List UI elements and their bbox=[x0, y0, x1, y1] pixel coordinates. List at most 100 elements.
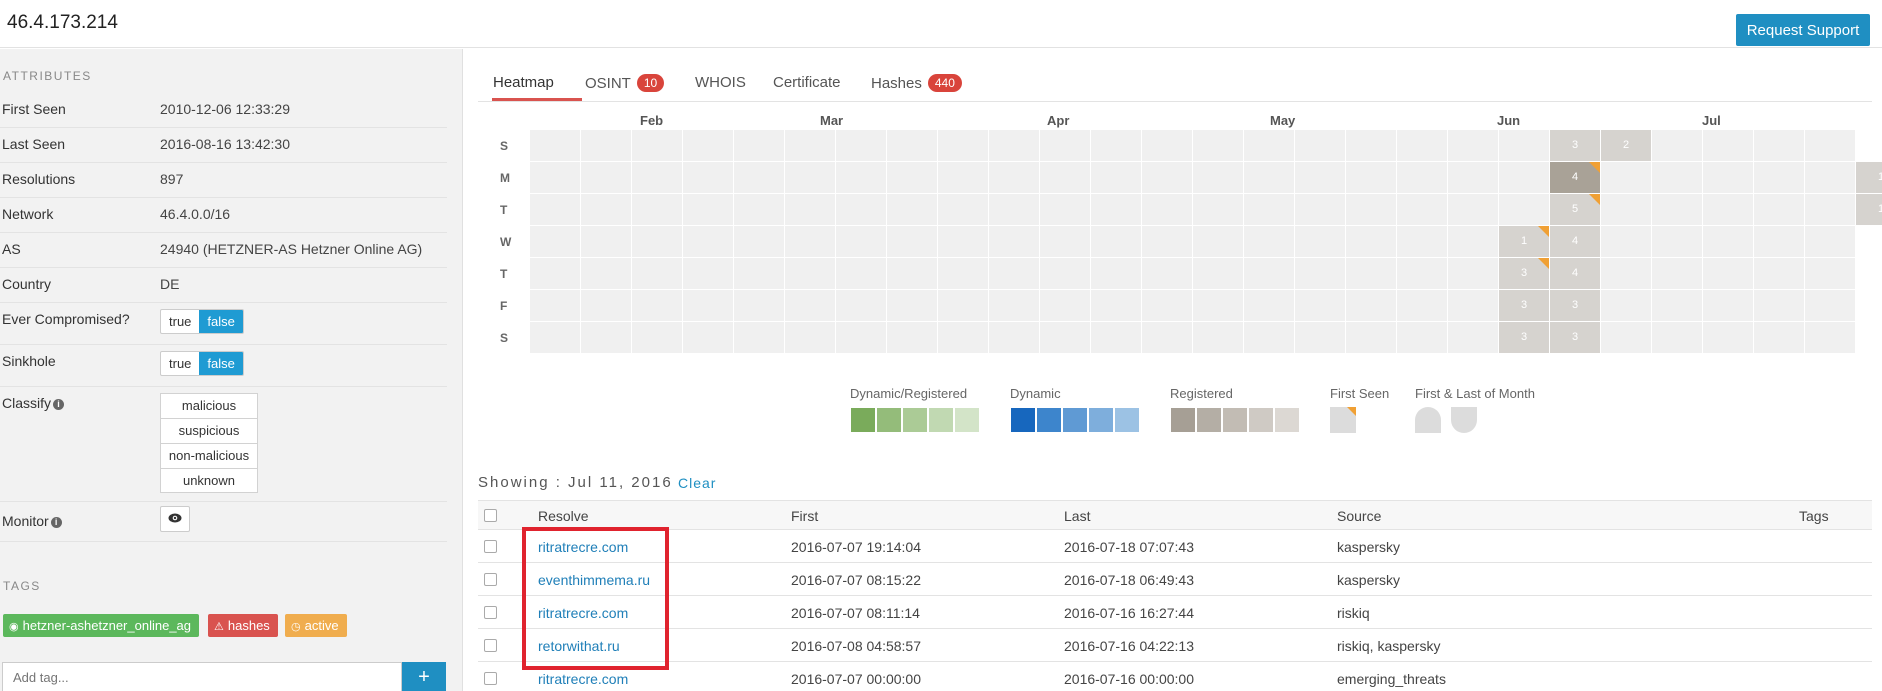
heatmap-cell[interactable] bbox=[1346, 290, 1396, 321]
heatmap-cell-active[interactable]: 3 bbox=[1550, 290, 1600, 321]
heatmap-cell[interactable] bbox=[734, 226, 784, 257]
classify-non-malicious[interactable]: non-malicious bbox=[160, 443, 258, 468]
clear-link[interactable]: Clear bbox=[678, 475, 716, 491]
heatmap-cell[interactable] bbox=[1397, 258, 1447, 289]
heatmap-cell[interactable] bbox=[734, 162, 784, 193]
heatmap-cell[interactable] bbox=[632, 258, 682, 289]
heatmap-cell[interactable] bbox=[938, 226, 988, 257]
heatmap-cell[interactable] bbox=[1601, 194, 1651, 225]
heatmap-cell[interactable] bbox=[1244, 258, 1294, 289]
heatmap-cell-active[interactable]: 4 bbox=[1550, 162, 1600, 193]
heatmap-cell[interactable] bbox=[1142, 258, 1192, 289]
heatmap-cell[interactable] bbox=[1805, 162, 1855, 193]
heatmap-cell[interactable] bbox=[1142, 162, 1192, 193]
select-all-checkbox[interactable] bbox=[484, 509, 497, 522]
heatmap-cell[interactable] bbox=[1805, 130, 1855, 161]
heatmap-cell[interactable] bbox=[938, 322, 988, 353]
heatmap-cell[interactable] bbox=[1652, 258, 1702, 289]
heatmap-cell[interactable] bbox=[1601, 322, 1651, 353]
heatmap-cell[interactable] bbox=[1652, 226, 1702, 257]
heatmap-cell[interactable] bbox=[632, 322, 682, 353]
heatmap-cell[interactable] bbox=[1091, 290, 1141, 321]
resolve-link[interactable]: ritratrecre.com bbox=[538, 671, 628, 687]
tab-whois[interactable]: WHOIS bbox=[695, 74, 746, 91]
heatmap-cell[interactable] bbox=[1652, 162, 1702, 193]
toggle-true[interactable]: true bbox=[161, 352, 199, 375]
heatmap-cell[interactable] bbox=[1193, 194, 1243, 225]
tag-active[interactable]: ◷ active bbox=[285, 614, 347, 637]
heatmap-cell[interactable] bbox=[632, 162, 682, 193]
heatmap-cell[interactable] bbox=[1346, 130, 1396, 161]
heatmap-cell[interactable] bbox=[1652, 290, 1702, 321]
heatmap-cell[interactable] bbox=[1754, 290, 1804, 321]
heatmap-cell[interactable] bbox=[785, 194, 835, 225]
heatmap-cell-active[interactable]: 3 bbox=[1499, 290, 1549, 321]
heatmap-cell[interactable] bbox=[1295, 162, 1345, 193]
tab-certificate[interactable]: Certificate bbox=[773, 74, 841, 91]
heatmap-cell[interactable] bbox=[1754, 162, 1804, 193]
heatmap-cell[interactable] bbox=[1754, 226, 1804, 257]
heatmap-cell[interactable] bbox=[530, 194, 580, 225]
heatmap-cell[interactable] bbox=[1754, 258, 1804, 289]
heatmap-cell[interactable] bbox=[1448, 130, 1498, 161]
heatmap-cell-active[interactable]: 5 bbox=[1550, 194, 1600, 225]
heatmap-cell[interactable] bbox=[632, 130, 682, 161]
heatmap-cell[interactable] bbox=[887, 130, 937, 161]
heatmap-cell[interactable] bbox=[1346, 226, 1396, 257]
tag-hetzner[interactable]: ◉ hetzner-ashetzner_online_ag bbox=[3, 614, 200, 637]
heatmap-cell[interactable] bbox=[989, 130, 1039, 161]
heatmap-cell[interactable] bbox=[1754, 322, 1804, 353]
heatmap-cell[interactable] bbox=[1295, 322, 1345, 353]
heatmap-cell[interactable] bbox=[1193, 258, 1243, 289]
heatmap-cell[interactable] bbox=[683, 162, 733, 193]
heatmap-cell[interactable] bbox=[1448, 162, 1498, 193]
heatmap-cell[interactable] bbox=[836, 162, 886, 193]
tag-hashes[interactable]: ⚠ hashes bbox=[208, 614, 278, 637]
toggle-false[interactable]: false bbox=[199, 310, 243, 333]
heatmap-cell[interactable] bbox=[989, 258, 1039, 289]
heatmap-cell[interactable] bbox=[887, 162, 937, 193]
add-tag-input[interactable] bbox=[2, 662, 402, 691]
heatmap-cell[interactable] bbox=[1703, 130, 1753, 161]
heatmap-cell[interactable] bbox=[1601, 162, 1651, 193]
heatmap-cell[interactable] bbox=[1091, 258, 1141, 289]
heatmap-cell[interactable] bbox=[581, 290, 631, 321]
heatmap-cell[interactable] bbox=[887, 194, 937, 225]
heatmap-cell[interactable] bbox=[530, 290, 580, 321]
heatmap-cell[interactable] bbox=[1601, 226, 1651, 257]
request-support-button[interactable]: Request Support bbox=[1736, 14, 1870, 46]
heatmap-cell[interactable] bbox=[836, 226, 886, 257]
heatmap-cell[interactable] bbox=[632, 226, 682, 257]
heatmap-cell[interactable] bbox=[581, 226, 631, 257]
tab-heatmap[interactable]: Heatmap bbox=[493, 74, 554, 91]
heatmap-cell[interactable] bbox=[734, 322, 784, 353]
heatmap-cell[interactable] bbox=[1703, 162, 1753, 193]
heatmap-cell[interactable] bbox=[1091, 162, 1141, 193]
heatmap-cell[interactable] bbox=[1448, 194, 1498, 225]
heatmap-cell-active[interactable]: 3 bbox=[1550, 130, 1600, 161]
heatmap-cell[interactable] bbox=[1805, 226, 1855, 257]
heatmap-cell[interactable] bbox=[1397, 162, 1447, 193]
heatmap-cell[interactable] bbox=[836, 290, 886, 321]
heatmap-cell[interactable] bbox=[1448, 290, 1498, 321]
heatmap-cell[interactable] bbox=[1397, 322, 1447, 353]
heatmap-cell[interactable] bbox=[1040, 258, 1090, 289]
heatmap-cell[interactable] bbox=[1499, 194, 1549, 225]
heatmap-cell[interactable] bbox=[1397, 290, 1447, 321]
add-tag-button[interactable]: + bbox=[402, 662, 446, 691]
heatmap-cell[interactable] bbox=[1040, 322, 1090, 353]
heatmap-cell[interactable] bbox=[1754, 194, 1804, 225]
heatmap-cell[interactable] bbox=[887, 226, 937, 257]
header-source[interactable]: Source bbox=[1337, 508, 1381, 524]
heatmap-cell[interactable] bbox=[734, 130, 784, 161]
heatmap-cell[interactable] bbox=[938, 162, 988, 193]
header-resolve[interactable]: Resolve bbox=[538, 508, 589, 524]
heatmap-cell[interactable] bbox=[1397, 130, 1447, 161]
heatmap-cell[interactable] bbox=[1346, 162, 1396, 193]
heatmap-cell[interactable] bbox=[683, 194, 733, 225]
toggle-true[interactable]: true bbox=[161, 310, 199, 333]
heatmap-cell[interactable] bbox=[785, 322, 835, 353]
heatmap-cell[interactable] bbox=[581, 322, 631, 353]
heatmap-cell[interactable] bbox=[1142, 290, 1192, 321]
heatmap-cell[interactable] bbox=[1805, 258, 1855, 289]
